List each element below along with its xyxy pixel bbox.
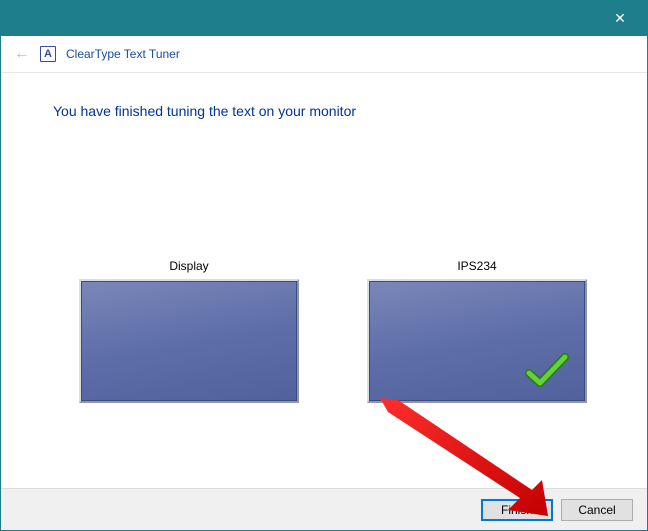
close-icon[interactable]: ✕: [600, 0, 640, 36]
cancel-button[interactable]: Cancel: [561, 499, 633, 521]
monitor-list: Display IPS234: [79, 259, 587, 403]
monitor-item: Display: [79, 259, 299, 403]
monitor-label: IPS234: [457, 259, 496, 273]
wizard-footer: Finish Cancel: [1, 488, 647, 530]
monitor-thumb: [79, 279, 299, 403]
monitor-item: IPS234: [367, 259, 587, 403]
monitor-label: Display: [169, 259, 208, 273]
finish-button[interactable]: Finish: [481, 499, 553, 521]
back-arrow-icon: ←: [14, 46, 30, 62]
app-title: ClearType Text Tuner: [66, 47, 180, 61]
app-icon: A: [40, 46, 56, 62]
page-headline: You have finished tuning the text on you…: [53, 103, 611, 119]
monitor-thumb: [367, 279, 587, 403]
wizard-header: ← A ClearType Text Tuner: [0, 36, 648, 73]
checkmark-icon: [525, 351, 569, 391]
window-titlebar: ✕: [0, 0, 648, 36]
wizard-content: You have finished tuning the text on you…: [1, 72, 647, 489]
